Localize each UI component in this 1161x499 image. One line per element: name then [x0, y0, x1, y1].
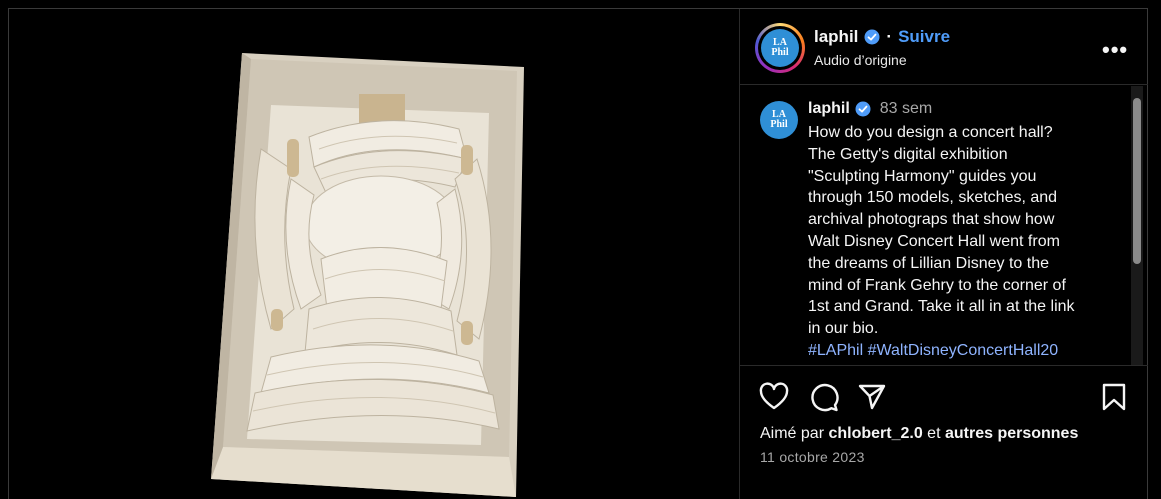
comment-icon[interactable]: [808, 381, 840, 413]
caption-text: How do you design a concert hall? The Ge…: [808, 122, 1120, 362]
post-time[interactable]: 83 sem: [880, 100, 932, 118]
likes-prefix: Aimé par: [760, 425, 829, 442]
likes-summary: Aimé par chlobert_2.0 et autres personne…: [760, 425, 1078, 443]
caption-username[interactable]: laphil: [808, 100, 850, 118]
more-options-icon[interactable]: •••: [1102, 37, 1128, 63]
verified-badge-icon: [864, 29, 880, 45]
caption-body: How do you design a concert hall? The Ge…: [808, 124, 1075, 338]
avatar[interactable]: LA Phil: [761, 29, 799, 67]
post-header: LA Phil laphil · Suivre Audio d’origine …: [740, 9, 1148, 85]
caption-scrollbar[interactable]: [1131, 86, 1143, 365]
hashtag-links[interactable]: #LAPhil #WaltDisneyConcertHall20: [808, 342, 1058, 359]
follow-button[interactable]: Suivre: [898, 27, 950, 47]
post-side-panel: LA Phil laphil · Suivre Audio d’origine …: [739, 9, 1148, 499]
audio-link[interactable]: Audio d’origine: [814, 52, 907, 68]
bookmark-icon[interactable]: [1098, 381, 1130, 413]
likes-middle: et: [922, 425, 945, 442]
story-ring[interactable]: LA Phil: [755, 23, 805, 73]
separator-dot: ·: [886, 27, 893, 46]
action-bar: [740, 377, 1148, 417]
concert-hall-model-image: [211, 53, 524, 497]
caption-avatar[interactable]: LA Phil: [760, 101, 798, 139]
avatar-text-bottom: Phil: [771, 47, 789, 58]
post-media[interactable]: [9, 9, 739, 499]
username-link[interactable]: laphil: [814, 27, 858, 47]
send-icon[interactable]: [856, 381, 888, 413]
scrollbar-thumb[interactable]: [1133, 98, 1141, 264]
post-frame: LA Phil laphil · Suivre Audio d’origine …: [8, 8, 1148, 499]
verified-badge-icon: [855, 101, 871, 117]
liker-username[interactable]: chlobert_2.0: [828, 425, 922, 442]
likes-others-link[interactable]: autres personnes: [945, 425, 1078, 442]
post-date[interactable]: 11 octobre 2023: [760, 449, 865, 465]
caption-avatar-text-bottom: Phil: [770, 119, 788, 130]
caption-area: LA Phil laphil 83 sem How do you design …: [740, 86, 1148, 366]
heart-icon[interactable]: [758, 381, 790, 413]
